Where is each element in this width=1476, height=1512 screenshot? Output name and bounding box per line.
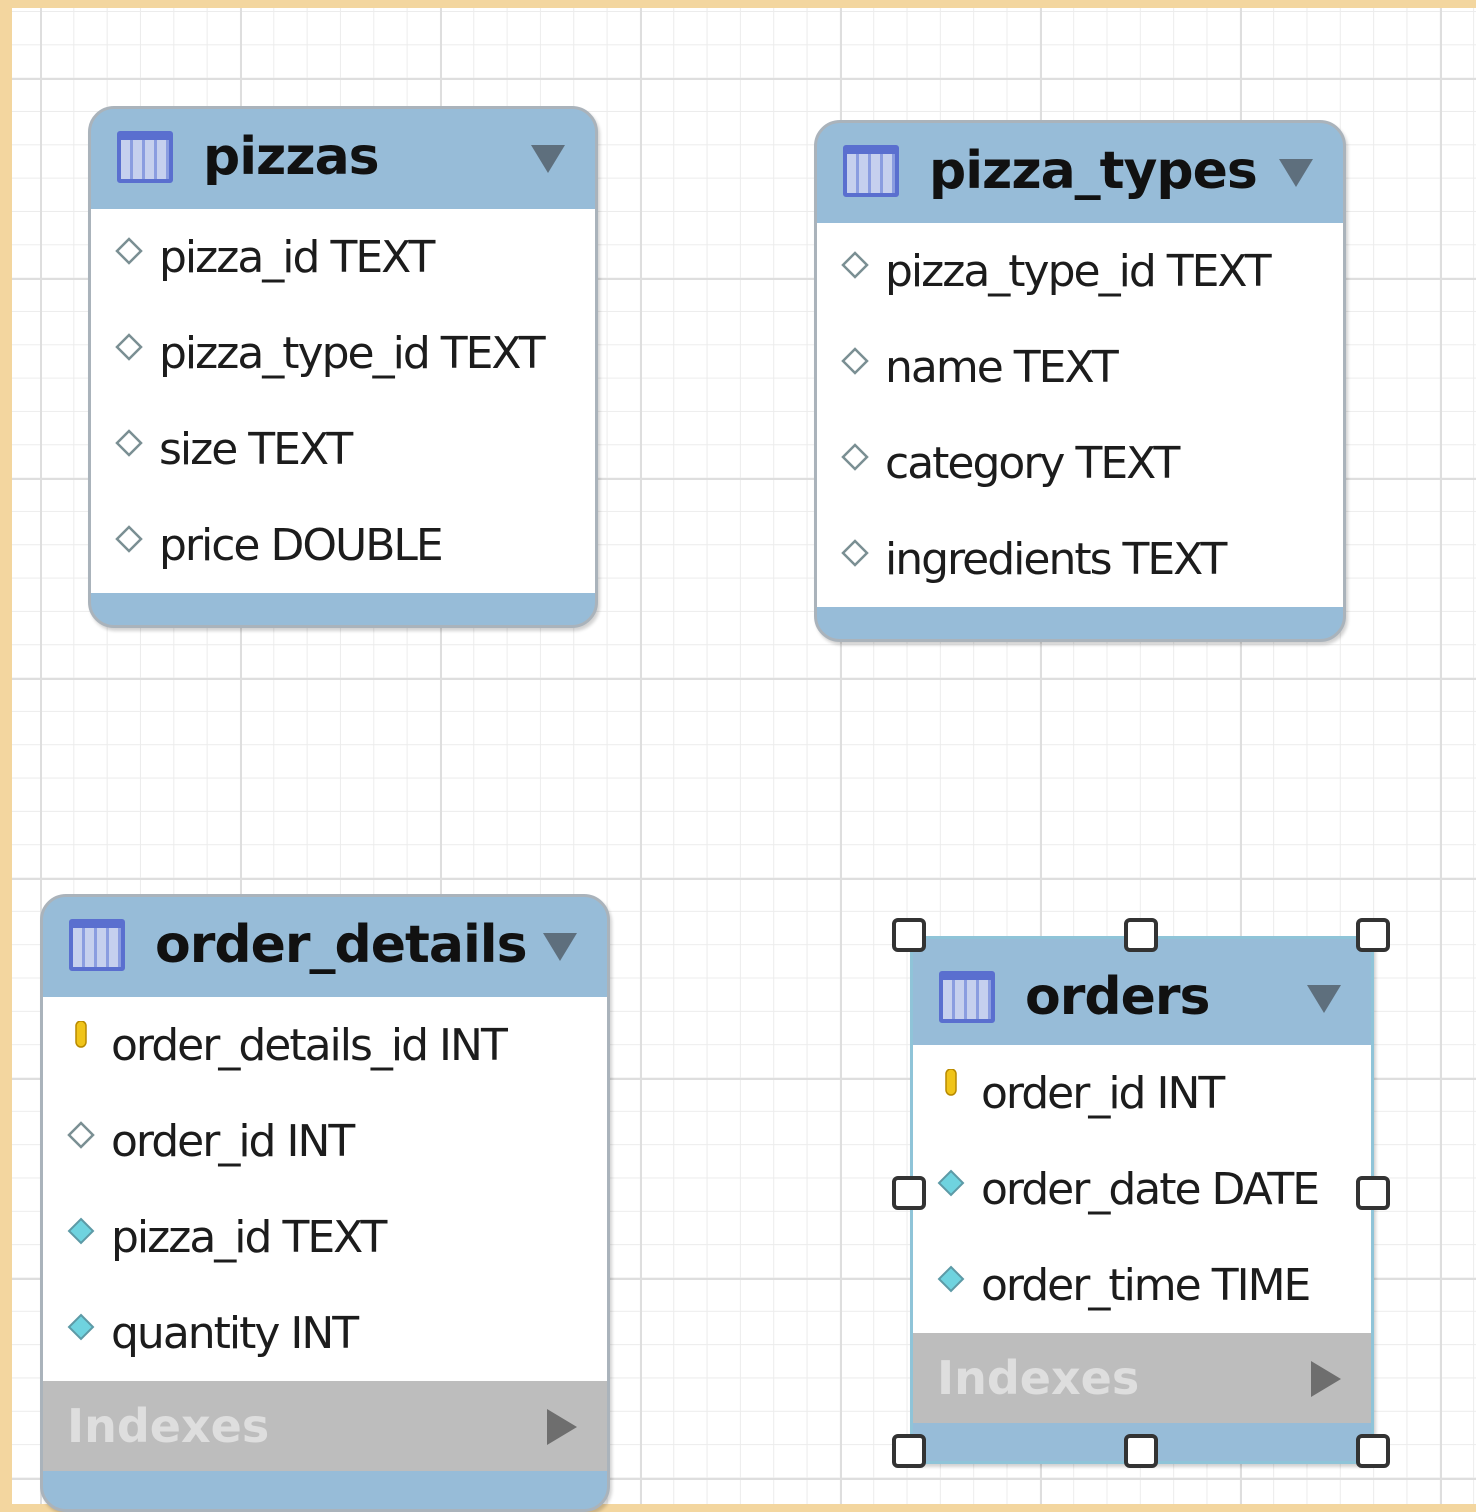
indexes-label: Indexes (937, 1351, 1140, 1405)
diagram-canvas[interactable]: pizzas pizza_id TEXT pizza_type_id TEXT … (12, 8, 1476, 1512)
table-header[interactable]: order_details (43, 897, 607, 997)
primary-key-icon (75, 1021, 87, 1048)
indexes-section[interactable]: Indexes (913, 1333, 1371, 1423)
table-footer (43, 1471, 607, 1501)
column-label: quantity INT (111, 1307, 359, 1359)
foreign-key-diamond-icon (67, 1217, 95, 1245)
nullable-diamond-icon (67, 1121, 95, 1149)
column-label: category TEXT (885, 437, 1180, 489)
table-icon (843, 145, 899, 197)
table-pizzas[interactable]: pizzas pizza_id TEXT pizza_type_id TEXT … (88, 106, 598, 628)
table-name: pizzas (203, 127, 380, 187)
collapse-arrow-icon[interactable] (1279, 159, 1313, 187)
column-row[interactable]: price DOUBLE (91, 497, 595, 593)
column-list: order_details_id INT order_id INT pizza_… (43, 997, 607, 1381)
resize-handle-bottom[interactable] (1124, 1434, 1158, 1468)
column-list: pizza_type_id TEXT name TEXT category TE… (817, 223, 1343, 607)
nullable-diamond-icon (115, 525, 143, 553)
table-order-details[interactable]: order_details order_details_id INT order… (40, 894, 610, 1512)
table-orders[interactable]: orders order_id INT order_date DATE orde… (910, 936, 1374, 1464)
resize-handle-left[interactable] (892, 1176, 926, 1210)
column-label: ingredients TEXT (885, 533, 1227, 585)
column-row[interactable]: size TEXT (91, 401, 595, 497)
column-row[interactable]: ingredients TEXT (817, 511, 1343, 607)
table-header[interactable]: pizza_types (817, 123, 1343, 223)
nullable-diamond-icon (841, 539, 869, 567)
nullable-diamond-icon (115, 237, 143, 265)
collapse-arrow-icon[interactable] (531, 145, 565, 173)
column-label: order_date DATE (981, 1163, 1320, 1215)
foreign-key-diamond-icon (67, 1313, 95, 1341)
table-header[interactable]: orders (913, 939, 1371, 1045)
column-row[interactable]: pizza_id TEXT (43, 1189, 607, 1285)
indexes-label: Indexes (67, 1399, 270, 1453)
table-footer (817, 607, 1343, 637)
column-row[interactable]: quantity INT (43, 1285, 607, 1381)
foreign-key-diamond-icon (937, 1169, 965, 1197)
nullable-diamond-icon (841, 251, 869, 279)
resize-handle-bottom-left[interactable] (892, 1434, 926, 1468)
nullable-diamond-icon (841, 443, 869, 471)
column-label: pizza_type_id TEXT (885, 245, 1272, 297)
column-row[interactable]: order_id INT (43, 1093, 607, 1189)
column-label: pizza_type_id TEXT (159, 327, 546, 379)
table-name: orders (1025, 967, 1210, 1027)
column-label: size TEXT (159, 423, 353, 475)
column-label: name TEXT (885, 341, 1119, 393)
resize-handle-top[interactable] (1124, 918, 1158, 952)
resize-handle-top-right[interactable] (1356, 918, 1390, 952)
column-row[interactable]: order_date DATE (913, 1141, 1371, 1237)
column-row[interactable]: order_time TIME (913, 1237, 1371, 1333)
column-label: order_details_id INT (111, 1019, 508, 1071)
collapse-arrow-icon[interactable] (543, 933, 577, 961)
table-pizza-types[interactable]: pizza_types pizza_type_id TEXT name TEXT… (814, 120, 1346, 642)
column-list: order_id INT order_date DATE order_time … (913, 1045, 1371, 1333)
resize-handle-bottom-right[interactable] (1356, 1434, 1390, 1468)
indexes-section[interactable]: Indexes (43, 1381, 607, 1471)
expand-arrow-icon[interactable] (1311, 1361, 1341, 1397)
column-label: price DOUBLE (159, 519, 444, 571)
column-row[interactable]: category TEXT (817, 415, 1343, 511)
column-row[interactable]: name TEXT (817, 319, 1343, 415)
column-label: order_id INT (111, 1115, 355, 1167)
column-row[interactable]: pizza_id TEXT (91, 209, 595, 305)
column-label: order_id INT (981, 1067, 1225, 1119)
table-icon (117, 131, 173, 183)
column-list: pizza_id TEXT pizza_type_id TEXT size TE… (91, 209, 595, 593)
table-icon (69, 919, 125, 971)
collapse-arrow-icon[interactable] (1307, 985, 1341, 1013)
column-row[interactable]: order_details_id INT (43, 997, 607, 1093)
nullable-diamond-icon (115, 429, 143, 457)
resize-handle-right[interactable] (1356, 1176, 1390, 1210)
nullable-diamond-icon (841, 347, 869, 375)
column-label: pizza_id TEXT (159, 231, 435, 283)
expand-arrow-icon[interactable] (547, 1409, 577, 1445)
resize-handle-top-left[interactable] (892, 918, 926, 952)
table-icon (939, 971, 995, 1023)
foreign-key-diamond-icon (937, 1265, 965, 1293)
table-header[interactable]: pizzas (91, 109, 595, 209)
table-name: order_details (155, 915, 528, 975)
primary-key-icon (945, 1069, 957, 1096)
table-name: pizza_types (929, 141, 1258, 201)
column-label: order_time TIME (981, 1259, 1311, 1311)
nullable-diamond-icon (115, 333, 143, 361)
column-label: pizza_id TEXT (111, 1211, 387, 1263)
column-row[interactable]: order_id INT (913, 1045, 1371, 1141)
column-row[interactable]: pizza_type_id TEXT (817, 223, 1343, 319)
table-footer (91, 593, 595, 623)
column-row[interactable]: pizza_type_id TEXT (91, 305, 595, 401)
